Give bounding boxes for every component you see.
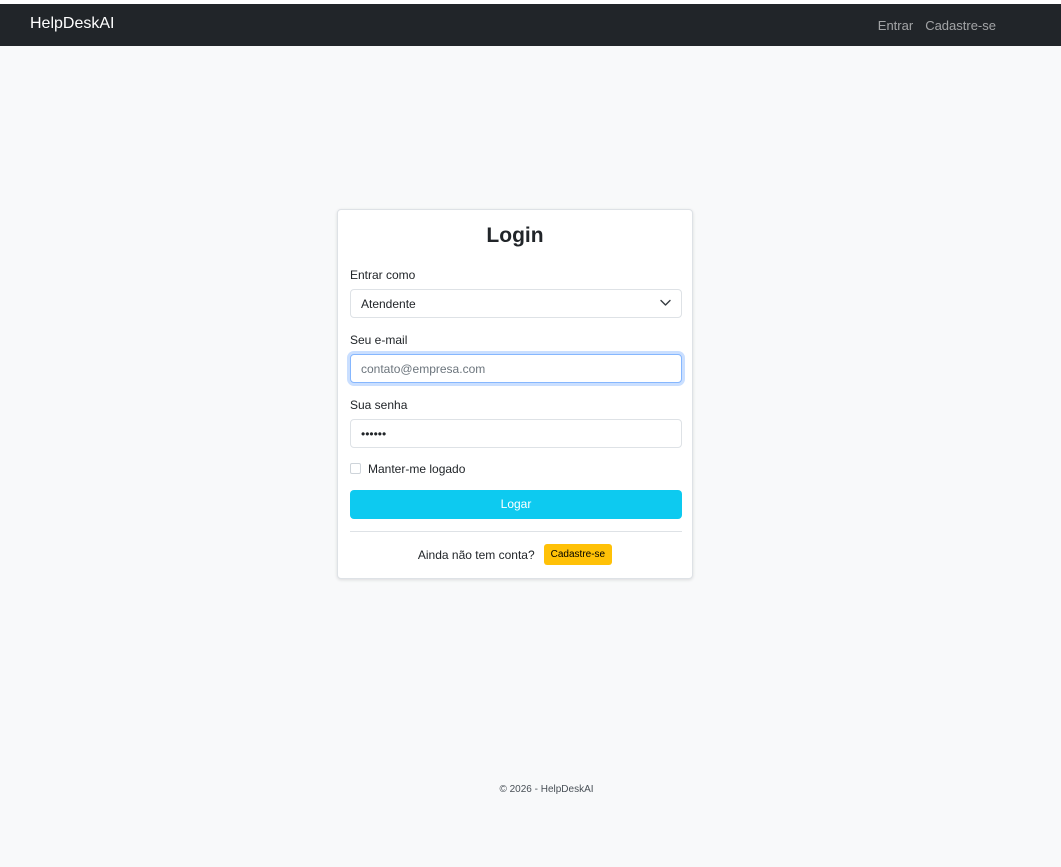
remember-checkbox[interactable] <box>350 463 361 474</box>
password-label: Sua senha <box>350 398 408 412</box>
page-footer: © 2026 - HelpDeskAI <box>499 784 594 795</box>
chevron-down-icon <box>660 299 671 306</box>
brand-link[interactable]: HelpDeskAI <box>30 15 114 33</box>
remember-label[interactable]: Manter-me logado <box>368 462 465 476</box>
login-button[interactable]: Logar <box>350 490 682 519</box>
login-card: Login Entrar como Atendente Seu e-mail c… <box>337 209 693 579</box>
password-input[interactable]: •••••• <box>350 419 682 448</box>
password-value: •••••• <box>361 427 387 441</box>
nav-link-entrar[interactable]: Entrar <box>878 18 913 33</box>
email-label: Seu e-mail <box>350 333 408 347</box>
signup-prompt: Ainda não tem conta? Cadastre-se <box>338 544 692 565</box>
nav-links: Entrar Cadastre-se <box>878 18 996 33</box>
role-label: Entrar como <box>350 268 416 282</box>
email-placeholder: contato@empresa.com <box>361 362 486 376</box>
role-select-value: Atendente <box>361 297 416 311</box>
navbar: HelpDeskAI Entrar Cadastre-se <box>0 4 1061 46</box>
nav-link-cadastre-se[interactable]: Cadastre-se <box>925 18 996 33</box>
signup-button[interactable]: Cadastre-se <box>543 544 613 565</box>
divider <box>350 531 682 532</box>
login-title: Login <box>486 224 544 247</box>
email-input[interactable]: contato@empresa.com <box>350 354 682 383</box>
role-select[interactable]: Atendente <box>350 289 682 318</box>
no-account-text: Ainda não tem conta? <box>417 547 535 562</box>
